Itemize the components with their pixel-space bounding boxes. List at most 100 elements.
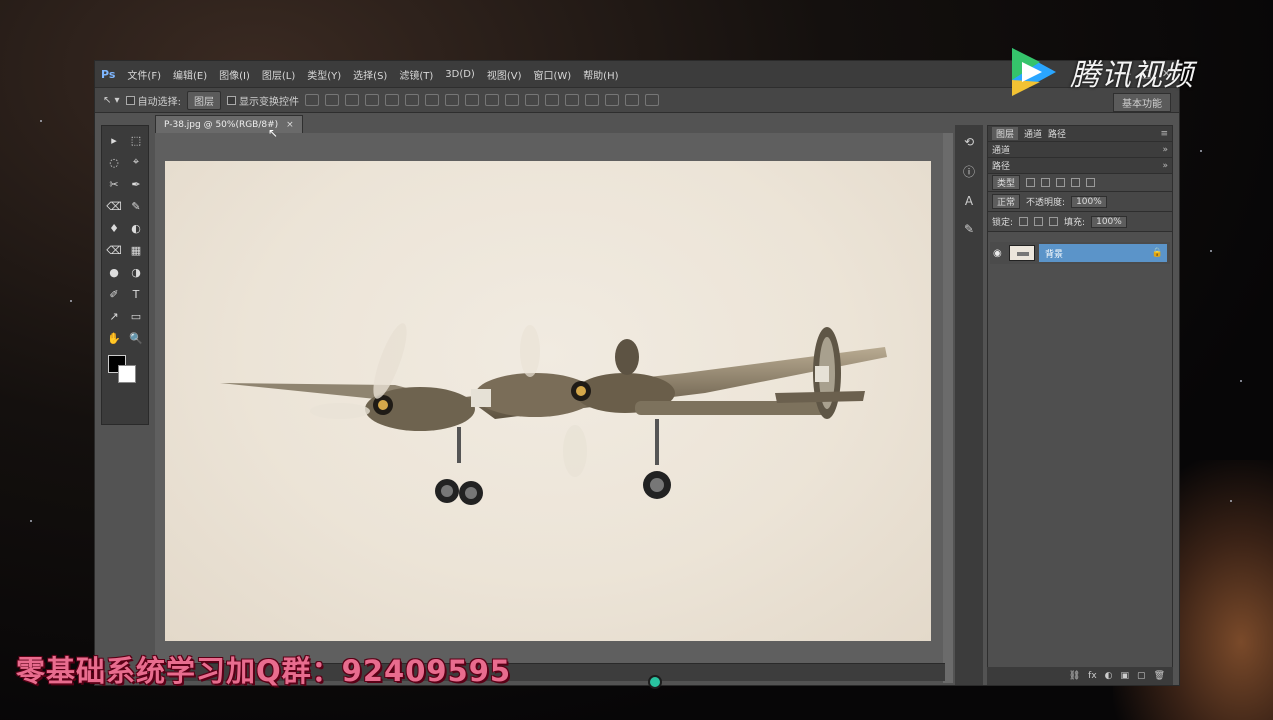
- adjustment-layer-icon[interactable]: ◐: [1105, 671, 1113, 681]
- filter-type-icon[interactable]: [1056, 178, 1066, 187]
- history-panel-icon[interactable]: ⟲: [964, 135, 974, 149]
- layer-filter-dropdown[interactable]: 类型: [992, 175, 1021, 190]
- pen-tool-icon[interactable]: ✐: [104, 284, 124, 304]
- 3d-mode-slide-icon[interactable]: [624, 94, 639, 106]
- panel-row-2-label: 通道: [992, 146, 1011, 156]
- auto-select-toggle[interactable]: 自动选择:: [125, 93, 181, 108]
- dodge-tool-icon[interactable]: ◑: [126, 262, 146, 282]
- menu-filter[interactable]: 滤镜(T): [399, 67, 433, 82]
- menu-3d[interactable]: 3D(D): [445, 69, 475, 80]
- zoom-tool-icon[interactable]: 🔍: [126, 328, 146, 348]
- lock-image-icon[interactable]: [1034, 217, 1044, 226]
- distribute-right-icon[interactable]: [524, 94, 539, 106]
- layer-row-background[interactable]: ◉ 背景 🔒: [990, 242, 1170, 264]
- align-right-icon[interactable]: [404, 94, 419, 106]
- distribute-middle-icon[interactable]: [444, 94, 459, 106]
- menu-image[interactable]: 图像(I): [219, 67, 250, 82]
- distribute-top-icon[interactable]: [424, 94, 439, 106]
- brush-panel-icon[interactable]: ✎: [964, 222, 974, 236]
- canvas-area[interactable]: [155, 133, 945, 663]
- panel-row-2: 通道 »: [988, 142, 1172, 158]
- quick-select-tool-icon[interactable]: ⌖: [126, 152, 146, 172]
- rectangle-tool-icon[interactable]: ▭: [126, 306, 146, 326]
- document-canvas[interactable]: [165, 161, 931, 641]
- opacity-field[interactable]: 100%: [1071, 195, 1107, 208]
- fill-field[interactable]: 100%: [1091, 215, 1127, 228]
- auto-select-target-dropdown[interactable]: 图层: [186, 90, 221, 110]
- show-transform-checkbox[interactable]: [226, 95, 236, 105]
- brush-tool-icon[interactable]: ✎: [126, 196, 146, 216]
- align-middle-icon[interactable]: [324, 94, 339, 106]
- tab-paths[interactable]: 路径: [1048, 127, 1066, 140]
- panel-expand-icon[interactable]: »: [1162, 161, 1168, 171]
- lock-transparent-icon[interactable]: [1019, 217, 1029, 226]
- background-color-swatch[interactable]: [118, 365, 136, 383]
- 3d-mode-orbit-icon[interactable]: [564, 94, 579, 106]
- layer-lock-icon: 🔒: [1151, 248, 1163, 258]
- menu-help[interactable]: 帮助(H): [583, 67, 618, 82]
- align-bottom-icon[interactable]: [344, 94, 359, 106]
- marquee-tool-icon[interactable]: ⬚: [126, 130, 146, 150]
- filter-shape-icon[interactable]: [1071, 178, 1081, 187]
- link-layers-icon[interactable]: ⛓: [1069, 671, 1080, 681]
- lasso-tool-icon[interactable]: ◌: [104, 152, 124, 172]
- adjustments-panel-icon[interactable]: A: [965, 194, 973, 208]
- lock-position-icon[interactable]: [1049, 217, 1059, 226]
- delete-layer-icon[interactable]: 🗑: [1154, 671, 1165, 681]
- menu-select[interactable]: 选择(S): [353, 67, 387, 82]
- visibility-eye-icon[interactable]: ◉: [993, 248, 1005, 259]
- menu-edit[interactable]: 编辑(E): [173, 67, 207, 82]
- 3d-mode-pan-icon[interactable]: [604, 94, 619, 106]
- path-select-tool-icon[interactable]: ↗: [104, 306, 124, 326]
- layer-style-icon[interactable]: fx: [1088, 671, 1097, 681]
- distribute-bottom-icon[interactable]: [464, 94, 479, 106]
- align-left-icon[interactable]: [364, 94, 379, 106]
- gradient-tool-icon[interactable]: ▦: [126, 240, 146, 260]
- auto-align-icon[interactable]: [544, 94, 559, 106]
- blend-mode-dropdown[interactable]: 正常: [992, 194, 1021, 209]
- 3d-mode-roll-icon[interactable]: [584, 94, 599, 106]
- distribute-center-icon[interactable]: [504, 94, 519, 106]
- hand-tool-icon[interactable]: ✋: [104, 328, 124, 348]
- move-tool-icon[interactable]: ▸: [104, 130, 124, 150]
- new-layer-icon[interactable]: ▢: [1137, 671, 1146, 681]
- canvas-scrollbar[interactable]: [943, 133, 953, 683]
- eyedropper-tool-icon[interactable]: ✒: [126, 174, 146, 194]
- auto-select-checkbox[interactable]: [125, 95, 135, 105]
- document-close-icon[interactable]: ×: [286, 120, 294, 130]
- menu-file[interactable]: 文件(F): [127, 67, 161, 82]
- menu-type[interactable]: 类型(Y): [307, 67, 341, 82]
- eraser-tool-icon[interactable]: ⌫: [104, 240, 124, 260]
- filter-pixel-icon[interactable]: [1026, 178, 1036, 187]
- align-center-icon[interactable]: [384, 94, 399, 106]
- layer-name-cell[interactable]: 背景 🔒: [1039, 244, 1167, 262]
- show-transform-label: 显示变换控件: [238, 96, 299, 108]
- blend-row: 正常 不透明度: 100%: [988, 192, 1172, 212]
- crop-tool-icon[interactable]: ✂: [104, 174, 124, 194]
- lock-row: 锁定: 填充: 100%: [988, 212, 1172, 232]
- clone-stamp-tool-icon[interactable]: ♦: [104, 218, 124, 238]
- panel-collapse-icon[interactable]: »: [1162, 145, 1168, 155]
- healing-brush-tool-icon[interactable]: ⌫: [104, 196, 124, 216]
- show-transform-toggle[interactable]: 显示变换控件: [226, 93, 299, 108]
- filter-adjustment-icon[interactable]: [1041, 178, 1051, 187]
- tool-preset-picker[interactable]: ↖ ▾: [103, 95, 120, 106]
- distribute-left-icon[interactable]: [484, 94, 499, 106]
- tab-channels[interactable]: 通道: [1024, 127, 1042, 140]
- menu-view[interactable]: 视图(V): [487, 67, 522, 82]
- filter-smart-icon[interactable]: [1086, 178, 1096, 187]
- type-tool-icon[interactable]: T: [126, 284, 146, 304]
- panel-menu-icon[interactable]: ≡: [1160, 129, 1168, 139]
- menu-window[interactable]: 窗口(W): [533, 67, 571, 82]
- panel-dock: ⟲ ⓘ A ✎: [955, 125, 983, 685]
- align-top-icon[interactable]: [304, 94, 319, 106]
- blur-tool-icon[interactable]: ●: [104, 262, 124, 282]
- document-tab[interactable]: P-38.jpg @ 50%(RGB/8#) ×: [155, 115, 303, 133]
- properties-panel-icon[interactable]: ⓘ: [963, 163, 975, 180]
- menu-layer[interactable]: 图层(L): [262, 67, 295, 82]
- color-swatches[interactable]: [108, 355, 142, 389]
- history-brush-tool-icon[interactable]: ◐: [126, 218, 146, 238]
- 3d-mode-scale-icon[interactable]: [644, 94, 659, 106]
- new-group-icon[interactable]: ▣: [1121, 671, 1130, 681]
- tab-layers[interactable]: 图层: [992, 127, 1019, 140]
